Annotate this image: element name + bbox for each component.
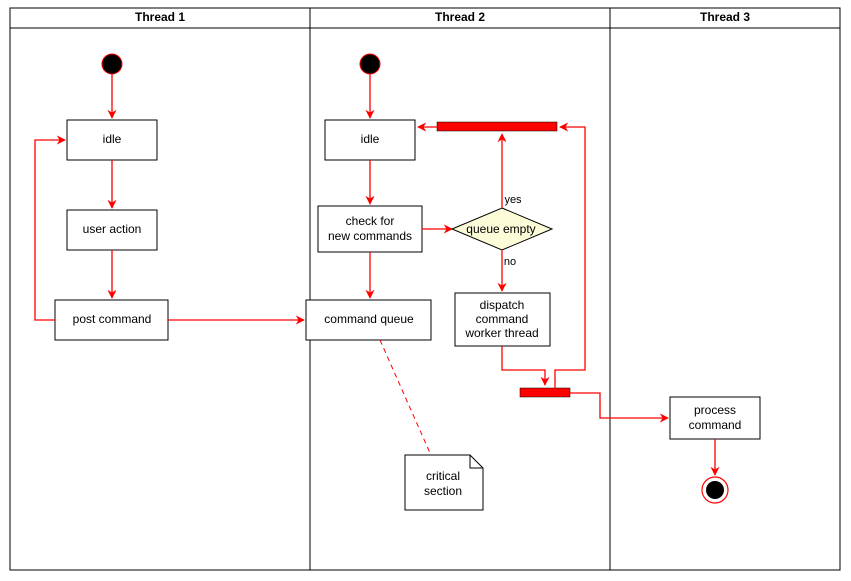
- edge-label-yes: yes: [504, 194, 522, 206]
- activity-command-queue: command queue: [306, 300, 431, 340]
- swimlane-title-3: Thread 3: [700, 10, 750, 24]
- swimlane-title-2: Thread 2: [435, 10, 485, 24]
- activity-idle-thread-2: idle: [325, 120, 415, 160]
- svg-text:post command: post command: [73, 312, 152, 326]
- activity-check-new-commands: check for new commands: [318, 206, 422, 252]
- activity-user-action: user action: [67, 210, 157, 250]
- sync-bar-bottom: [520, 388, 570, 397]
- svg-text:command: command: [476, 312, 529, 326]
- svg-text:idle: idle: [103, 132, 122, 146]
- svg-text:critical: critical: [426, 469, 460, 483]
- svg-text:queue empty: queue empty: [466, 222, 535, 236]
- initial-node-thread-2: [360, 54, 380, 74]
- activity-dispatch-command: dispatch command worker thread: [455, 293, 550, 346]
- activity-diagram: Thread 1 Thread 2 Thread 3 idle user act…: [0, 0, 851, 581]
- swimlane-thread-1: Thread 1: [10, 8, 310, 570]
- svg-text:new commands: new commands: [328, 229, 412, 243]
- activity-idle-thread-1: idle: [67, 120, 157, 160]
- svg-text:check for: check for: [346, 214, 395, 228]
- svg-text:process: process: [694, 403, 736, 417]
- svg-text:user action: user action: [83, 222, 142, 236]
- svg-text:command: command: [689, 418, 742, 432]
- svg-text:idle: idle: [361, 132, 380, 146]
- final-node-thread-3: [702, 477, 728, 503]
- edge-label-no: no: [504, 256, 516, 268]
- note-critical-section: critical section: [405, 455, 483, 510]
- activity-post-command: post command: [55, 300, 168, 340]
- swimlane-title-1: Thread 1: [135, 10, 185, 24]
- svg-text:section: section: [424, 484, 462, 498]
- sync-bar-top: [437, 122, 557, 131]
- svg-text:worker thread: worker thread: [464, 326, 538, 340]
- svg-text:dispatch: dispatch: [480, 298, 525, 312]
- activity-process-command: process command: [670, 397, 760, 439]
- initial-node-thread-1: [102, 54, 122, 74]
- svg-text:command queue: command queue: [324, 312, 414, 326]
